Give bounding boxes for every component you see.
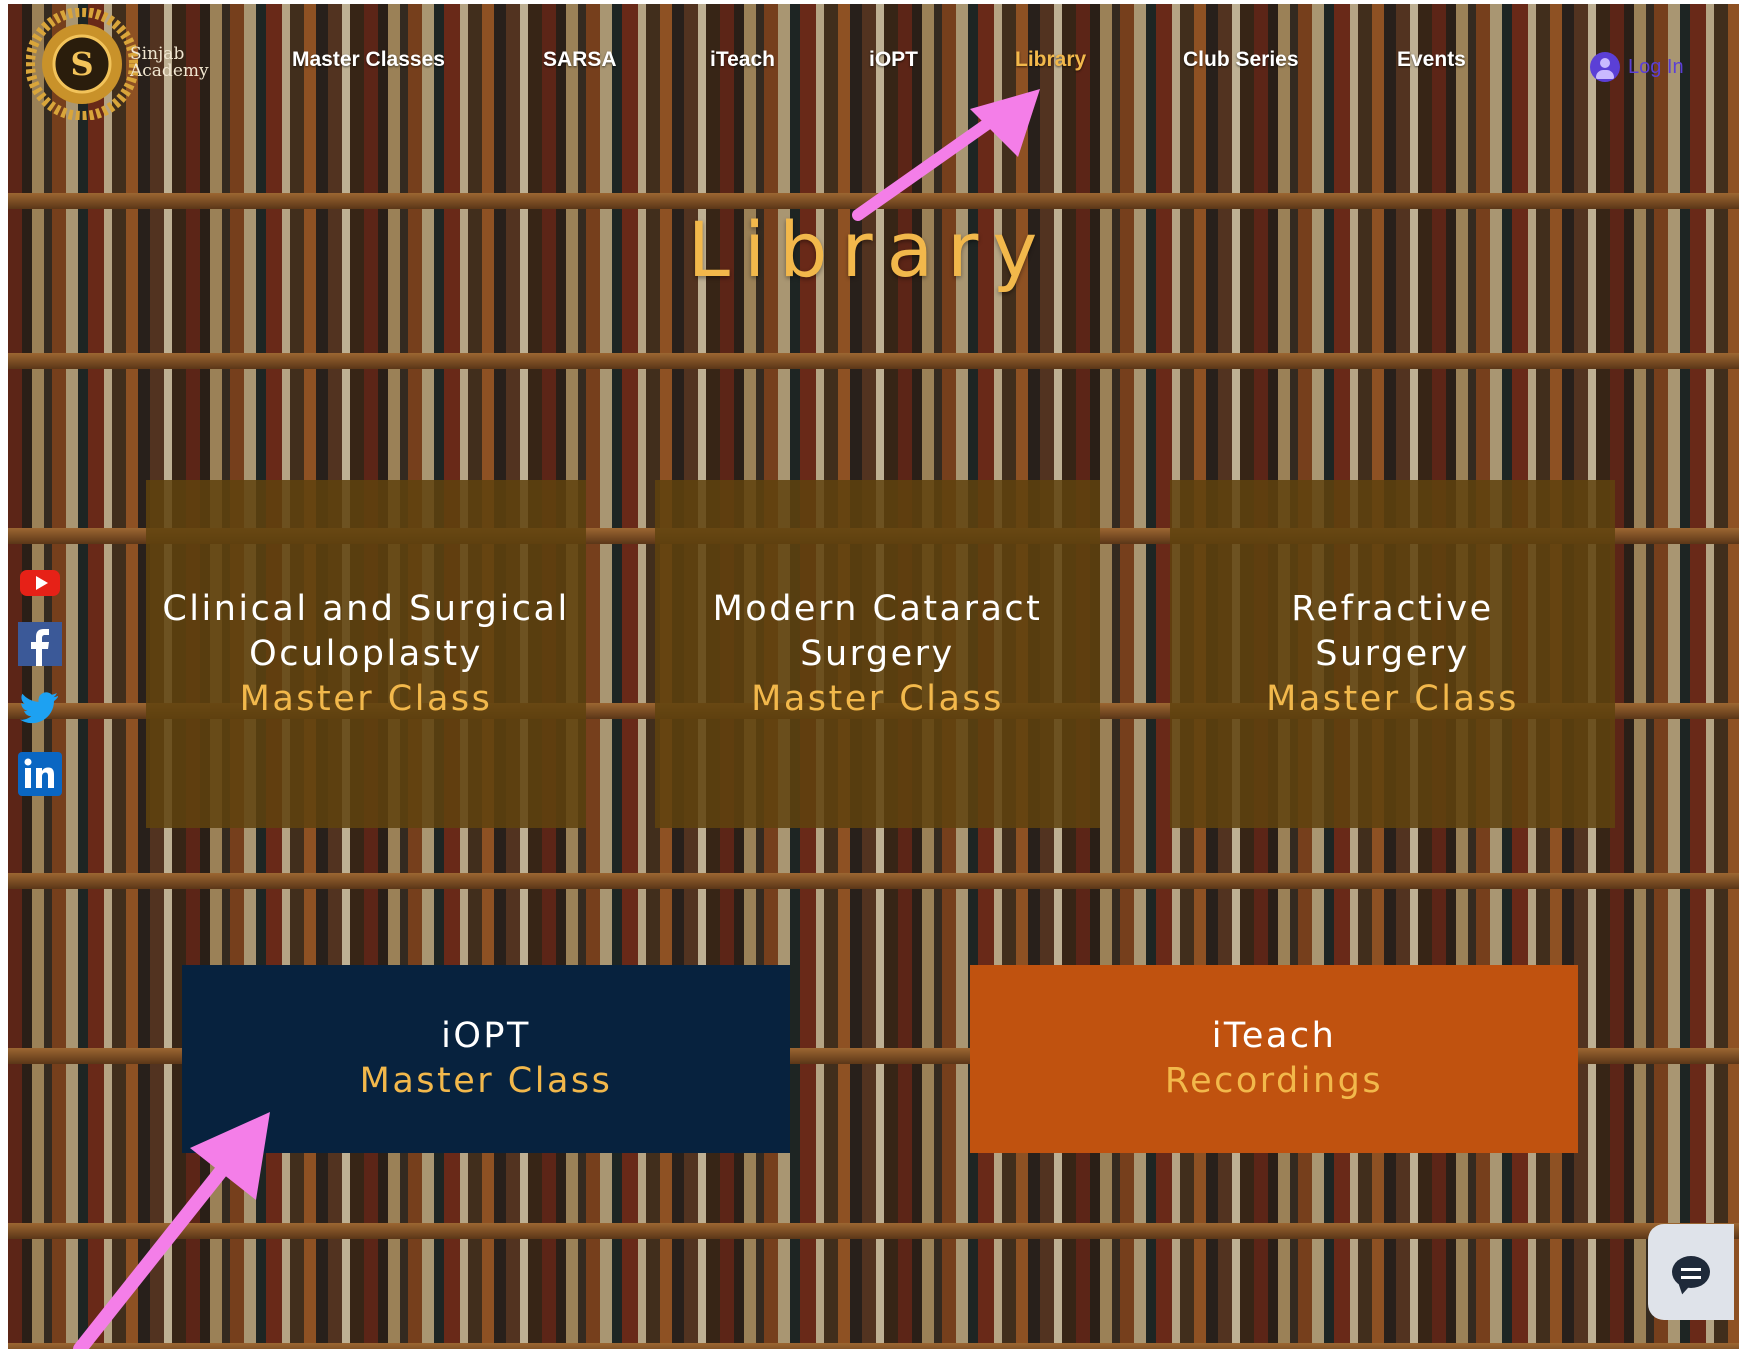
chat-icon	[1672, 1256, 1710, 1288]
annotation-arrow-library	[852, 89, 1040, 221]
nav-library[interactable]: Library	[1015, 48, 1086, 72]
nav-iteach[interactable]: iTeach	[710, 48, 775, 72]
login-button[interactable]: Log In	[1590, 52, 1684, 82]
card-cataract-surgery[interactable]: Modern Cataract Surgery Master Class	[655, 480, 1100, 828]
card-title: Refractive Surgery	[1291, 588, 1494, 674]
nav-master-classes[interactable]: Master Classes	[292, 48, 445, 72]
facebook-icon[interactable]	[18, 622, 62, 666]
card-subtitle: Master Class	[359, 1061, 613, 1101]
card-subtitle: Master Class	[751, 678, 1004, 719]
twitter-icon[interactable]	[18, 686, 62, 730]
card-title: iTeach	[1211, 1016, 1337, 1056]
main-nav: Master Classes SARSA iTeach iOPT Library…	[0, 48, 1739, 88]
linkedin-icon[interactable]	[18, 752, 62, 796]
annotation-arrow-iopt	[73, 1112, 270, 1349]
login-label: Log In	[1628, 55, 1684, 78]
card-title: Modern Cataract Surgery	[712, 588, 1043, 674]
nav-sarsa[interactable]: SARSA	[543, 48, 617, 72]
card-iteach-recordings[interactable]: iTeach Recordings	[970, 965, 1578, 1153]
card-subtitle: Master Class	[1266, 678, 1519, 719]
card-title: iOPT	[441, 1016, 531, 1056]
nav-club-series[interactable]: Club Series	[1183, 48, 1299, 72]
card-oculoplasty[interactable]: Clinical and Surgical Oculoplasty Master…	[146, 480, 586, 828]
card-subtitle: Recordings	[1164, 1061, 1384, 1101]
nav-iopt[interactable]: iOPT	[869, 48, 918, 72]
card-refractive-surgery[interactable]: Refractive Surgery Master Class	[1170, 480, 1615, 828]
card-title: Clinical and Surgical Oculoplasty	[162, 588, 570, 674]
card-subtitle: Master Class	[239, 678, 493, 719]
youtube-icon[interactable]	[18, 560, 62, 604]
nav-events[interactable]: Events	[1397, 48, 1466, 72]
chat-button[interactable]	[1648, 1224, 1734, 1320]
user-avatar-icon	[1590, 52, 1620, 82]
